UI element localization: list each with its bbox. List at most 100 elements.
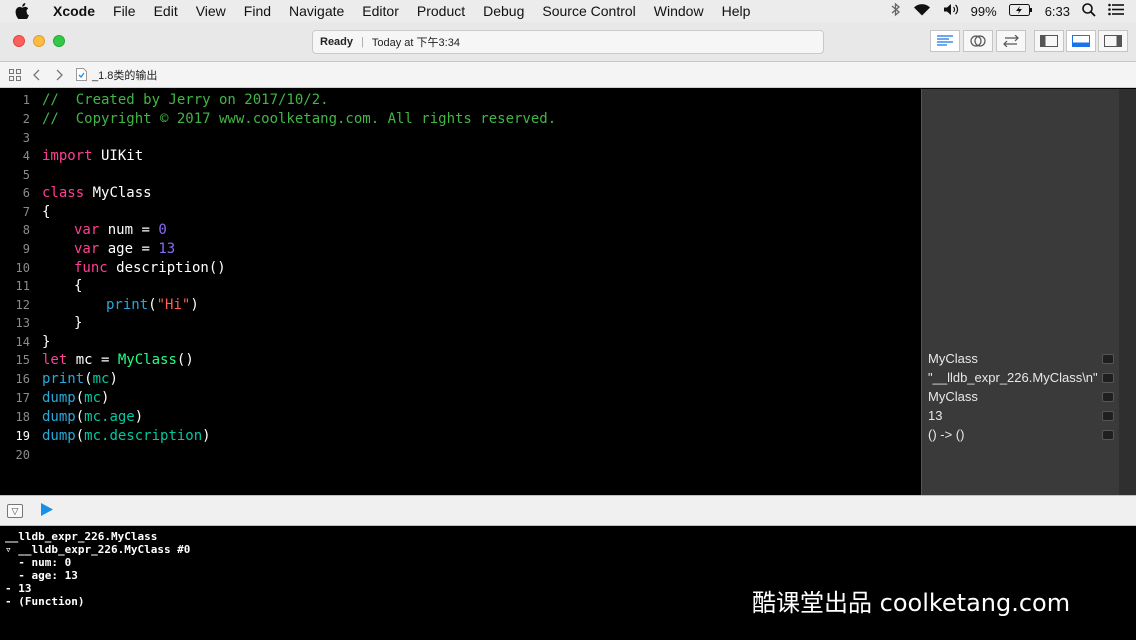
forward-chevron-icon[interactable] xyxy=(48,69,70,81)
menu-find[interactable]: Find xyxy=(235,3,280,19)
menu-edit[interactable]: Edit xyxy=(145,3,187,19)
notification-center-icon[interactable] xyxy=(1108,3,1124,19)
breadcrumb-file[interactable]: _1.8类的输出 xyxy=(92,67,157,83)
result-text: 13 xyxy=(928,408,943,423)
run-playground-button[interactable] xyxy=(40,502,54,522)
line-number: 11 xyxy=(15,278,30,293)
code-line: 20 xyxy=(0,445,921,464)
code-comment: // Copyright © 2017 www.coolketang.com. … xyxy=(42,110,557,127)
line-number: 13 xyxy=(15,315,30,330)
line-number: 6 xyxy=(22,185,30,200)
menu-debug[interactable]: Debug xyxy=(474,3,533,19)
result-value[interactable]: MyClass xyxy=(928,387,1118,406)
result-value[interactable]: 13 xyxy=(928,406,1118,425)
battery-icon[interactable] xyxy=(1008,3,1033,19)
result-value[interactable]: () -> () xyxy=(928,425,1118,444)
code-line: 11 { xyxy=(0,276,921,295)
code-keyword: let xyxy=(42,351,68,368)
battery-percent: 99% xyxy=(970,3,997,19)
code-keyword: func xyxy=(74,259,108,276)
toggle-utilities-button[interactable] xyxy=(1098,30,1128,52)
build-timestamp: Today at 下午3:34 xyxy=(371,37,460,49)
console-line: - num: 0 xyxy=(5,556,72,569)
toggle-navigator-button[interactable] xyxy=(1034,30,1064,52)
back-chevron-icon[interactable] xyxy=(26,69,48,81)
code-text: { xyxy=(74,277,83,294)
code-line: 2 // Copyright © 2017 www.coolketang.com… xyxy=(0,109,921,128)
editor-scrollbar[interactable] xyxy=(1119,89,1136,495)
code-text: MyClass xyxy=(84,184,152,201)
code-text: () xyxy=(176,351,194,368)
hide-debug-area-button[interactable]: ▽ xyxy=(7,504,23,518)
minimize-window-button[interactable] xyxy=(33,35,45,47)
wifi-icon[interactable] xyxy=(913,3,931,19)
menu-source-control[interactable]: Source Control xyxy=(533,3,644,19)
code-function: dump xyxy=(42,389,76,406)
result-text: "__lldb_expr_226.MyClass\n" xyxy=(928,370,1098,385)
quick-look-icon[interactable] xyxy=(1102,372,1114,383)
menu-product[interactable]: Product xyxy=(408,3,474,19)
quick-look-icon[interactable] xyxy=(1102,353,1114,364)
watermark: 酷课堂出品 coolketang.com xyxy=(752,589,1071,617)
menu-window[interactable]: Window xyxy=(645,3,713,19)
code-number: 0 xyxy=(158,221,167,238)
assistant-editor-button[interactable] xyxy=(963,30,993,52)
line-number: 15 xyxy=(15,352,30,367)
result-value[interactable]: MyClass xyxy=(928,349,1118,368)
line-number: 5 xyxy=(22,167,30,182)
close-window-button[interactable] xyxy=(13,35,25,47)
code-keyword: class xyxy=(42,184,85,201)
menu-xcode[interactable]: Xcode xyxy=(44,3,104,19)
activity-viewer: Ready | Today at 下午3:34 xyxy=(312,30,824,54)
code-line: 17 dump(mc) xyxy=(0,388,921,407)
menu-editor[interactable]: Editor xyxy=(353,3,408,19)
code-line: 4 import UIKit xyxy=(0,146,921,165)
line-number: 1 xyxy=(22,92,30,107)
code-variable: mc.age xyxy=(84,408,135,425)
code-text: mc = xyxy=(67,351,118,368)
code-text: ( xyxy=(84,370,93,387)
result-text: MyClass xyxy=(928,351,978,366)
menu-view[interactable]: View xyxy=(187,3,235,19)
code-line: 10 func description() xyxy=(0,258,921,277)
menu-help[interactable]: Help xyxy=(713,3,760,19)
line-number: 10 xyxy=(15,260,30,275)
code-function: print xyxy=(42,370,85,387)
code-line: 12 print("Hi") xyxy=(0,295,921,314)
code-text: } xyxy=(74,314,83,331)
code-type: MyClass xyxy=(117,351,177,368)
code-text: UIKit xyxy=(92,147,144,164)
quick-look-icon[interactable] xyxy=(1102,429,1114,440)
code-text: ) xyxy=(134,408,144,425)
source-editor[interactable]: 1 // Created by Jerry on 2017/10/2. 2 //… xyxy=(0,89,921,495)
zoom-window-button[interactable] xyxy=(53,35,65,47)
code-line: 18 dump(mc.age) xyxy=(0,407,921,426)
related-items-icon[interactable] xyxy=(4,68,26,81)
menu-navigate[interactable]: Navigate xyxy=(280,3,353,19)
clock[interactable]: 6:33 xyxy=(1045,4,1070,19)
code-variable: mc.description xyxy=(84,427,203,444)
code-text: { xyxy=(42,203,51,220)
line-number-current: 19 xyxy=(15,428,30,443)
version-editor-button[interactable] xyxy=(996,30,1026,52)
toggle-debug-area-button[interactable] xyxy=(1066,30,1096,52)
console-line: __lldb_expr_226.MyClass xyxy=(5,530,158,543)
code-function: print xyxy=(106,296,149,313)
bluetooth-icon[interactable] xyxy=(891,2,901,20)
code-text: ( xyxy=(148,296,157,313)
standard-editor-button[interactable] xyxy=(930,30,960,52)
menu-file[interactable]: File xyxy=(104,3,145,19)
result-value[interactable]: "__lldb_expr_226.MyClass\n" xyxy=(928,368,1118,387)
results-sidebar: MyClass "__lldb_expr_226.MyClass\n" MyCl… xyxy=(921,89,1119,495)
volume-icon[interactable] xyxy=(943,3,959,19)
quick-look-icon[interactable] xyxy=(1102,410,1114,421)
quick-look-icon[interactable] xyxy=(1102,391,1114,402)
menu-bar: Xcode File Edit View Find Navigate Edito… xyxy=(0,0,1136,22)
apple-menu-icon[interactable] xyxy=(0,3,44,19)
line-number: 12 xyxy=(15,297,30,312)
spotlight-search-icon[interactable] xyxy=(1082,2,1096,20)
status-divider: | xyxy=(361,36,364,48)
code-text: description() xyxy=(107,259,226,276)
line-number: 20 xyxy=(15,447,30,462)
code-string: "Hi" xyxy=(156,296,191,313)
